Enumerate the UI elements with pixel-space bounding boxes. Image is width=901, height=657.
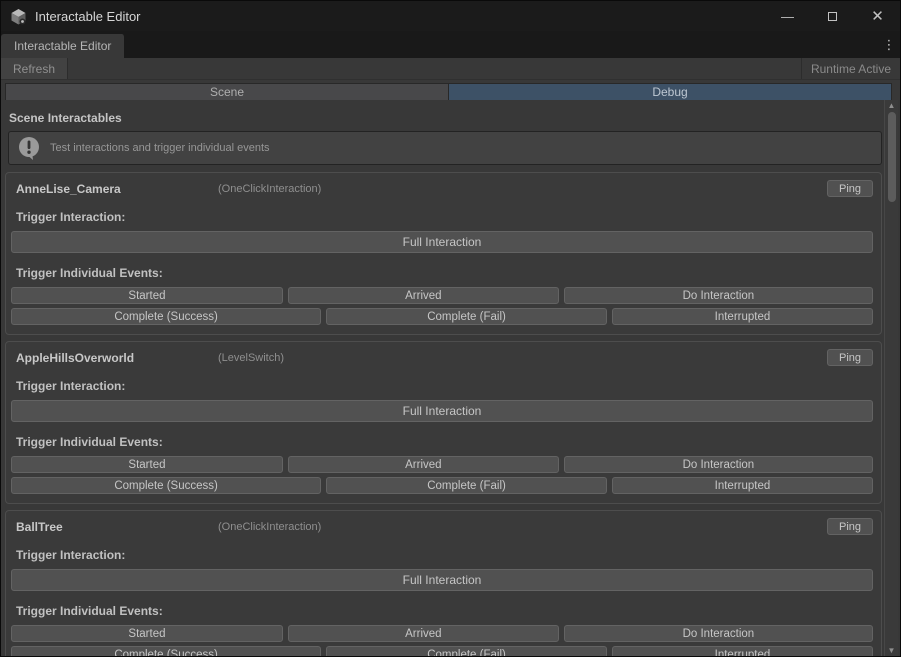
full-interaction-button[interactable]: Full Interaction [11, 231, 873, 253]
window-title: Interactable Editor [35, 9, 141, 24]
do-interaction-button[interactable]: Do Interaction [564, 456, 873, 473]
tab-interactable-editor[interactable]: Interactable Editor [1, 34, 125, 58]
trigger-interaction-label: Trigger Interaction: [16, 379, 873, 393]
toolbar-spacer [68, 58, 801, 79]
editor-tab-bar: Interactable Editor ⋮ [1, 31, 900, 58]
event-button-row: Complete (Success) Complete (Fail) Inter… [11, 308, 873, 325]
tab-debug[interactable]: Debug [448, 83, 892, 101]
complete-fail-button[interactable]: Complete (Fail) [326, 308, 607, 325]
complete-success-button[interactable]: Complete (Success) [11, 646, 321, 656]
ping-button[interactable]: Ping [827, 180, 873, 197]
tab-scene[interactable]: Scene [5, 83, 448, 101]
interrupted-button[interactable]: Interrupted [612, 308, 873, 325]
event-button-row: Started Arrived Do Interaction [11, 625, 873, 642]
interactable-card: AppleHillsOverworld (LevelSwitch) Ping T… [5, 341, 882, 504]
trigger-events-label: Trigger Individual Events: [16, 266, 873, 280]
do-interaction-button[interactable]: Do Interaction [564, 287, 873, 304]
arrived-button[interactable]: Arrived [288, 625, 559, 642]
unity-cube-icon [10, 8, 27, 25]
complete-fail-button[interactable]: Complete (Fail) [326, 477, 607, 494]
help-text: Test interactions and trigger individual… [50, 142, 270, 154]
ping-button[interactable]: Ping [827, 349, 873, 366]
complete-success-button[interactable]: Complete (Success) [11, 477, 321, 494]
do-interaction-button[interactable]: Do Interaction [564, 625, 873, 642]
complete-success-button[interactable]: Complete (Success) [11, 308, 321, 325]
trigger-interaction-label: Trigger Interaction: [16, 548, 873, 562]
arrived-button[interactable]: Arrived [288, 287, 559, 304]
maximize-icon [828, 12, 837, 21]
scrollbar-thumb[interactable] [888, 112, 896, 202]
interrupted-button[interactable]: Interrupted [612, 477, 873, 494]
info-icon [17, 136, 41, 160]
arrived-button[interactable]: Arrived [288, 456, 559, 473]
interactable-name: BallTree [11, 520, 218, 534]
kebab-menu-icon[interactable]: ⋮ [878, 31, 900, 58]
started-button[interactable]: Started [11, 625, 283, 642]
event-button-row: Started Arrived Do Interaction [11, 456, 873, 473]
complete-fail-button[interactable]: Complete (Fail) [326, 646, 607, 656]
card-header: AnneLise_Camera (OneClickInteraction) Pi… [11, 180, 873, 197]
help-box: Test interactions and trigger individual… [8, 131, 882, 165]
interactable-card: BallTree (OneClickInteraction) Ping Trig… [5, 510, 882, 656]
card-header: AppleHillsOverworld (LevelSwitch) Ping [11, 349, 873, 366]
refresh-button[interactable]: Refresh [1, 58, 68, 79]
full-interaction-button[interactable]: Full Interaction [11, 569, 873, 591]
interactable-type: (LevelSwitch) [218, 352, 827, 364]
minimize-button[interactable]: — [765, 1, 810, 31]
started-button[interactable]: Started [11, 456, 283, 473]
event-button-row: Complete (Success) Complete (Fail) Inter… [11, 477, 873, 494]
interrupted-button[interactable]: Interrupted [612, 646, 873, 656]
window-controls: — ✕ [765, 1, 900, 31]
maximize-button[interactable] [810, 1, 855, 31]
interactable-card: AnneLise_Camera (OneClickInteraction) Pi… [5, 172, 882, 335]
interactable-editor-window: Interactable Editor — ✕ Interactable Edi… [0, 0, 901, 657]
section-heading: Scene Interactables [9, 111, 882, 125]
close-button[interactable]: ✕ [855, 1, 900, 31]
started-button[interactable]: Started [11, 287, 283, 304]
interactable-name: AppleHillsOverworld [11, 351, 218, 365]
runtime-active-toggle[interactable]: Runtime Active [801, 58, 900, 79]
event-button-row: Started Arrived Do Interaction [11, 287, 873, 304]
ping-button[interactable]: Ping [827, 518, 873, 535]
view-mode-tabs: Scene Debug [5, 83, 892, 101]
scroll-down-icon[interactable]: ▼ [888, 645, 896, 656]
scene-interactables-panel: Scene Interactables Test interactions an… [1, 100, 900, 656]
trigger-events-label: Trigger Individual Events: [16, 435, 873, 449]
card-header: BallTree (OneClickInteraction) Ping [11, 518, 873, 535]
trigger-interaction-label: Trigger Interaction: [16, 210, 873, 224]
interactable-card-list: AnneLise_Camera (OneClickInteraction) Pi… [1, 172, 882, 656]
toolbar: Refresh Runtime Active [1, 58, 900, 80]
event-button-row: Complete (Success) Complete (Fail) Inter… [11, 646, 873, 656]
interactable-type: (OneClickInteraction) [218, 521, 827, 533]
titlebar: Interactable Editor — ✕ [1, 1, 900, 31]
interactable-name: AnneLise_Camera [11, 182, 218, 196]
trigger-events-label: Trigger Individual Events: [16, 604, 873, 618]
full-interaction-button[interactable]: Full Interaction [11, 400, 873, 422]
interactable-type: (OneClickInteraction) [218, 183, 827, 195]
vertical-scrollbar[interactable]: ▲ ▼ [884, 100, 898, 656]
scroll-up-icon[interactable]: ▲ [888, 100, 896, 111]
